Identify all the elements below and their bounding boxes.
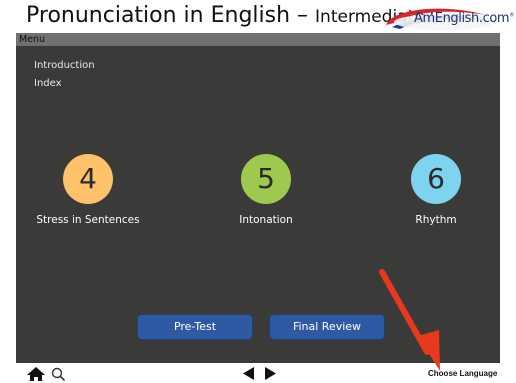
logo-text: AmEnglish.com® <box>414 11 514 26</box>
next-arrow-icon[interactable] <box>264 366 278 381</box>
menu-bar[interactable]: Menu <box>16 33 500 46</box>
title-main: Pronunciation in English – <box>26 3 309 28</box>
nav-index[interactable]: Index <box>34 78 62 89</box>
unit-4[interactable]: 4 Stress in Sentences <box>33 154 143 226</box>
previous-arrow-icon[interactable] <box>241 366 255 381</box>
final-review-button[interactable]: Final Review <box>269 314 385 340</box>
search-icon[interactable] <box>50 366 66 382</box>
choose-language-link[interactable]: Choose Language <box>428 369 497 378</box>
main-panel: Menu Introduction Index 4 Stress in Sent… <box>16 33 500 363</box>
pretest-button[interactable]: Pre-Test <box>137 314 253 340</box>
app-title: Pronunciation in English – Intermediate+ <box>26 2 439 31</box>
unit-5-label: Intonation <box>239 214 293 226</box>
unit-4-number: 4 <box>63 154 113 204</box>
nav-introduction[interactable]: Introduction <box>34 60 95 71</box>
header: Pronunciation in English – Intermediate+… <box>0 0 516 32</box>
unit-4-label: Stress in Sentences <box>36 214 140 226</box>
menu-label[interactable]: Menu <box>19 33 45 46</box>
unit-6-number: 6 <box>411 154 461 204</box>
home-icon[interactable] <box>26 366 46 382</box>
unit-5[interactable]: 5 Intonation <box>211 154 321 226</box>
unit-6-label: Rhythm <box>415 214 457 226</box>
amenglish-logo[interactable]: AmEnglish.com® <box>382 5 514 31</box>
unit-5-number: 5 <box>241 154 291 204</box>
footer: Choose Language <box>0 363 516 383</box>
unit-6[interactable]: 6 Rhythm <box>381 154 491 226</box>
